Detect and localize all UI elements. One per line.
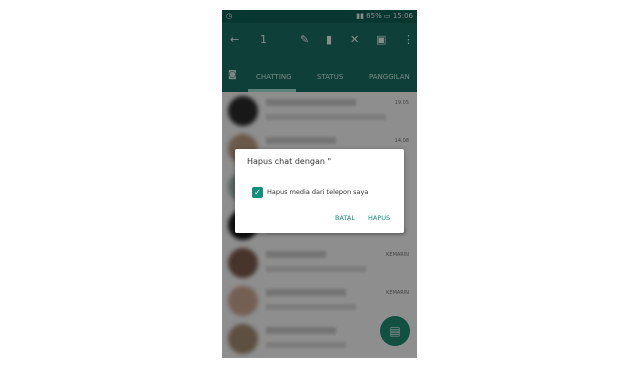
cancel-button[interactable]: BATAL [335, 214, 355, 222]
checkmark-icon: ✓ [254, 188, 261, 197]
delete-button[interactable]: HAPUS [368, 214, 390, 222]
delete-media-checkbox[interactable]: ✓ [252, 187, 263, 198]
delete-media-label[interactable]: Hapus media dari telepon saya [267, 188, 368, 196]
delete-chat-dialog: Hapus chat dengan " ✓ Hapus media dari t… [235, 149, 404, 233]
dialog-title: Hapus chat dengan " [247, 157, 332, 166]
